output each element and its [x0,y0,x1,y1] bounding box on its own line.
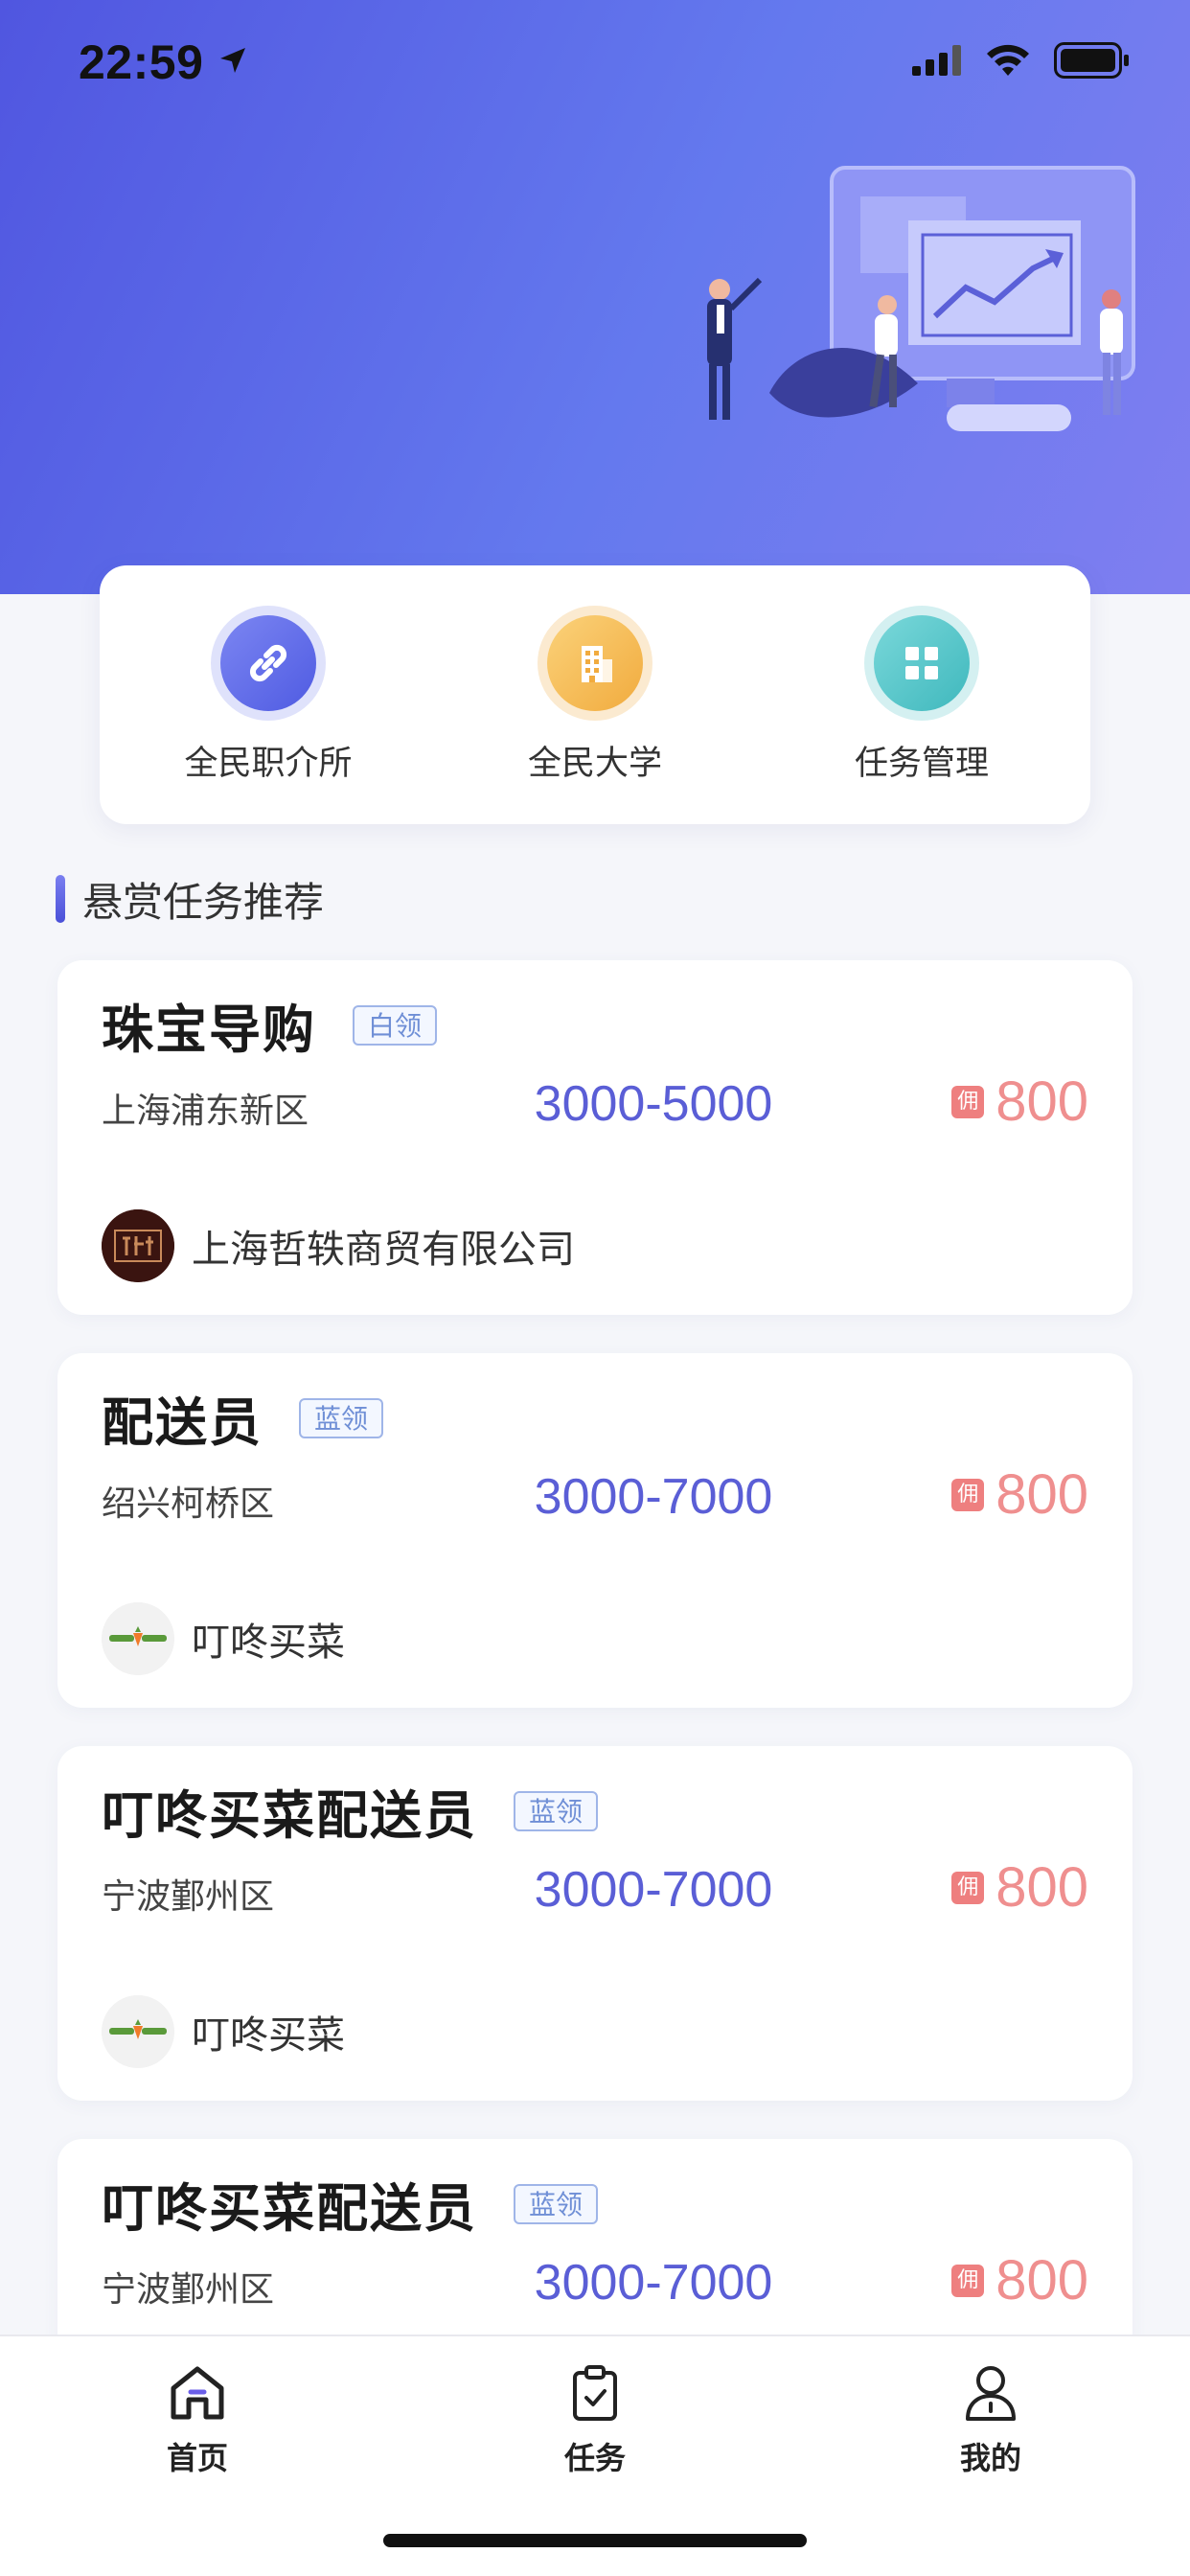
task-card[interactable]: 叮咚买菜配送员 蓝领 宁波鄞州区 3000-7000 佣 800 叮咚买菜 [57,1746,1133,2101]
tab-profile[interactable]: 我的 [895,2361,1087,2478]
task-company: 叮咚买菜 [102,1995,345,2068]
building-icon-circle [538,606,652,721]
task-location: 宁波鄞州区 [102,1877,275,1917]
task-company: 叮咚买菜 [102,1602,345,1675]
quick-menu-university[interactable]: 全民大学 [480,606,710,785]
task-card[interactable]: 配送员 蓝领 绍兴柯桥区 3000-7000 佣 800 叮咚买菜 [57,1353,1133,1708]
battery-icon [1054,42,1129,79]
reward-value: 800 [995,1856,1088,1919]
task-card[interactable]: 珠宝导购 白领 上海浦东新区 3000-5000 佣 800 上海哲轶商贸有限公… [57,960,1133,1315]
status-bar: 22:59 [0,0,1190,126]
location-arrow-icon [220,48,245,73]
task-reward: 佣 800 [951,1462,1088,1527]
task-location: 宁波鄞州区 [102,2270,275,2310]
tab-label: 任务 [563,2440,626,2476]
grid-icon [905,647,938,679]
company-name: 上海哲轶商贸有限公司 [192,1228,575,1272]
tab-tasks[interactable]: 任务 [499,2361,691,2478]
building-icon [582,646,612,682]
carrot-logo-icon [102,1995,174,2068]
task-tag: 蓝领 [514,1790,599,1831]
company-name: 叮咚买菜 [192,1621,345,1665]
reward-value: 800 [995,1463,1088,1526]
task-salary: 3000-7000 [534,1862,773,1918]
task-reward: 佣 800 [951,1070,1088,1134]
task-salary: 3000-5000 [534,1076,773,1132]
wifi-icon [987,44,1029,76]
section-title: 悬赏任务推荐 [82,878,325,926]
commission-badge: 佣 [951,2264,985,2297]
grid-icon-circle [864,606,979,721]
company-logo [102,1209,174,1282]
link-icon-circle [211,606,326,721]
company-logo-icon [102,1209,174,1282]
tab-home[interactable]: 首页 [102,2361,293,2478]
commission-badge: 佣 [951,1478,985,1511]
user-icon [966,2366,1016,2421]
task-salary: 3000-7000 [534,2255,773,2311]
company-name: 叮咚买菜 [192,2013,345,2058]
home-icon [171,2366,224,2420]
analytics-illustration [707,166,1135,431]
task-title: 叮咚买菜配送员 [102,1785,477,1846]
task-location: 绍兴柯桥区 [102,1484,275,1524]
quick-menu-label: 任务管理 [854,745,989,783]
task-location: 上海浦东新区 [102,1092,309,1131]
commission-badge: 佣 [951,1085,985,1118]
commission-badge: 佣 [951,1871,985,1904]
task-tag: 白领 [353,1004,438,1046]
cellular-signal-icon [912,45,961,76]
quick-menu-label: 全民职介所 [184,745,353,783]
status-time: 22:59 [79,35,204,89]
task-reward: 佣 800 [951,2248,1088,2312]
task-title: 珠宝导购 [102,1000,316,1060]
quick-menu-task-management[interactable]: 任务管理 [807,606,1037,785]
task-tag: 蓝领 [299,1397,384,1438]
task-title: 叮咚买菜配送员 [102,2178,477,2239]
tab-label: 首页 [166,2440,228,2476]
reward-value: 800 [995,1070,1088,1133]
carrot-logo-icon [102,1602,174,1675]
section-accent-bar [56,875,65,923]
task-title: 配送员 [102,1392,263,1453]
home-indicator [383,2534,807,2547]
clipboard-icon [573,2365,617,2421]
task-tag: 蓝领 [514,2183,599,2224]
task-company: 上海哲轶商贸有限公司 [102,1209,575,1282]
section-header: 悬赏任务推荐 [56,872,324,926]
task-reward: 佣 800 [951,1855,1088,1920]
link-icon [249,644,287,682]
task-salary: 3000-7000 [534,1469,773,1525]
quick-menu-label: 全民大学 [527,745,662,783]
quick-menu-job-agency[interactable]: 全民职介所 [153,606,383,785]
company-logo [102,1995,174,2068]
reward-value: 800 [995,2249,1088,2312]
quick-menu-card: 全民职介所 全民大学 任务管理 [100,565,1090,824]
tab-label: 我的 [959,2440,1021,2476]
company-logo [102,1602,174,1675]
